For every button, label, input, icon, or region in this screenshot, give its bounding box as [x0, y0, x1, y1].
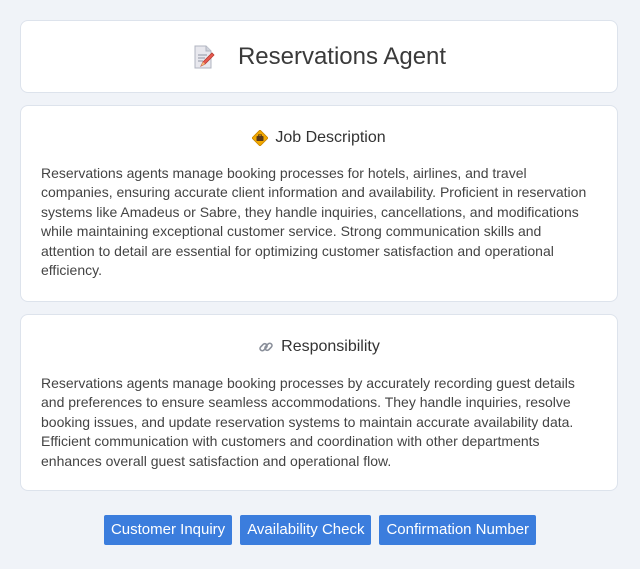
job-description-card: Job Description Reservations agents mana… — [20, 105, 618, 302]
tag-confirmation-number[interactable]: Confirmation Number — [379, 515, 537, 545]
responsibility-heading: Responsibility — [41, 336, 597, 358]
responsibility-card: Responsibility Reservations agents manag… — [20, 314, 618, 491]
tag-availability-check[interactable]: Availability Check — [240, 515, 372, 545]
tag-list: Customer Inquiry Availability Check Conf… — [0, 515, 640, 545]
page-title: Reservations Agent — [237, 42, 447, 70]
responsibility-title: Responsibility — [281, 338, 380, 355]
responsibility-text: Reservations agents manage booking proce… — [41, 375, 575, 469]
briefcase-badge-icon — [252, 130, 269, 146]
job-description-text: Reservations agents manage booking proce… — [41, 165, 587, 279]
document-pencil-icon — [192, 44, 216, 70]
link-icon — [258, 339, 274, 355]
header-card: Reservations Agent — [20, 20, 618, 93]
tag-customer-inquiry[interactable]: Customer Inquiry — [103, 515, 233, 545]
job-description-title: Job Description — [275, 129, 386, 146]
job-description-heading: Job Description — [41, 127, 597, 149]
